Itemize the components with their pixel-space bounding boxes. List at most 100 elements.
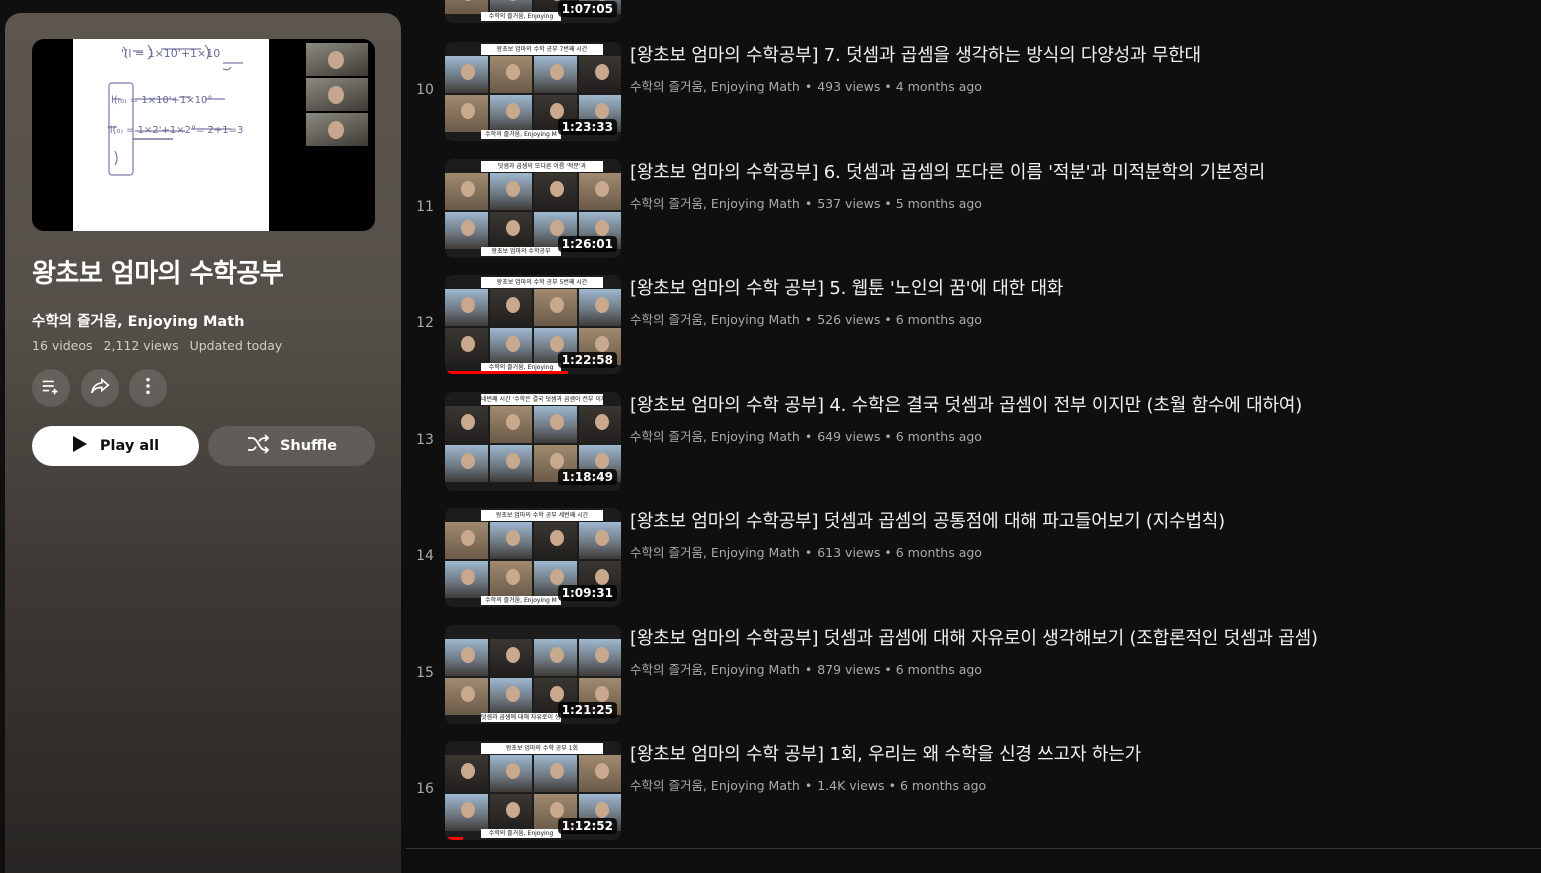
channel-name-link[interactable]: 수학의 즐거움, Enjoying Math bbox=[630, 662, 800, 677]
playlist-video-row-partial[interactable]: 수학의 즐거움, Enjoying 1:07:05 bbox=[406, 0, 1541, 24]
webcam-tile bbox=[534, 289, 577, 326]
video-thumbnail[interactable]: 왕초보 엄마의 수학 공부 5번째 시간 수학의 즐거움, Enjoying 1:2… bbox=[445, 275, 621, 374]
playlist-stats: 16 videos 2,112 views Updated today bbox=[32, 338, 289, 353]
video-title-link[interactable]: [왕초보 엄마의 수학 공부] 5. 웹툰 '노인의 꿈'에 대한 대화 bbox=[630, 274, 1063, 300]
webcam-tile bbox=[489, 678, 532, 715]
channel-name-link[interactable]: 수학의 즐거움, Enjoying Math bbox=[630, 196, 800, 211]
webcam-tile bbox=[445, 56, 488, 93]
video-title-link[interactable]: [왕초보 엄마의 수학공부] 덧셈과 곱셈에 대해 자유로이 생각해보기 (조합… bbox=[630, 624, 1318, 650]
playlist-owner-link[interactable]: 수학의 즐거움, Enjoying Math bbox=[32, 310, 244, 331]
thumbnail-caption: 수학의 즐거움, Enjoying bbox=[481, 829, 561, 838]
upload-age: 5 months ago bbox=[895, 196, 982, 211]
meta-separator: • bbox=[884, 429, 892, 444]
video-title-link[interactable]: [왕초보 엄마의 수학 공부] 1회, 우리는 왜 수학을 신경 쓰고자 하는가 bbox=[630, 740, 1141, 766]
video-title-link[interactable]: [왕초보 엄마의 수학 공부] 4. 수학은 결국 덧셈과 곱셈이 전부 이지만… bbox=[630, 391, 1302, 417]
list-bottom-divider bbox=[406, 848, 1541, 849]
webcam-tile bbox=[489, 794, 532, 831]
video-thumbnail[interactable]: 왕초보 엄마의 수학 공부 7번째 시간 수학의 즐거움, Enjoying M1… bbox=[445, 42, 621, 141]
upload-age: 6 months ago bbox=[895, 662, 982, 677]
channel-name-link[interactable]: 수학의 즐거움, Enjoying Math bbox=[630, 429, 800, 444]
channel-name-link[interactable]: 수학의 즐거움, Enjoying Math bbox=[630, 79, 800, 94]
webcam-tile bbox=[489, 406, 532, 443]
video-thumbnail[interactable]: 덧셈과 곱셈의 또다른 이름 '적분'과 왕초보 엄마의 수학공부 1:26:01 bbox=[445, 159, 621, 258]
video-thumbnail[interactable]: 왕초보 엄마의 수학 공부 세번째 시간 수학의 즐거움, Enjoying M1… bbox=[445, 508, 621, 607]
webcam-tile bbox=[578, 639, 621, 676]
webcam-tile bbox=[306, 78, 368, 111]
channel-name-link[interactable]: 수학의 즐거움, Enjoying Math bbox=[630, 545, 800, 560]
playlist-header-panel: '(l = 1×10'+1×10 l(₍₀₎ = 1×10'+1×10° 'l(… bbox=[5, 13, 401, 873]
upload-age: 6 months ago bbox=[895, 545, 982, 560]
video-thumbnail[interactable]: 네번째 시간 '수학은 결국 덧셈과 곱셈이 전부 이지만' 1:18:49 bbox=[445, 392, 621, 491]
video-duration: 1:18:49 bbox=[557, 469, 617, 485]
whiteboard-thumbnail: '(l = 1×10'+1×10 l(₍₀₎ = 1×10'+1×10° 'l(… bbox=[73, 39, 269, 231]
playlist-video-list: 수학의 즐거움, Enjoying 1:07:05 10 왕초보 엄마의 수학 공… bbox=[406, 0, 1541, 873]
video-title-link[interactable]: [왕초보 엄마의 수학공부] 7. 덧셈과 곱셈을 생각하는 방식의 다양성과 … bbox=[630, 41, 1201, 67]
playlist-views: 2,112 views bbox=[103, 338, 179, 353]
meta-separator: • bbox=[804, 196, 813, 211]
webcam-tile bbox=[445, 794, 488, 831]
video-metadata: 수학의 즐거움, Enjoying Math • 493 views • 4 month… bbox=[630, 76, 982, 95]
playlist-cover-thumbnail[interactable]: '(l = 1×10'+1×10 l(₍₀₎ = 1×10'+1×10° 'l(… bbox=[32, 39, 375, 231]
webcam-tile bbox=[578, 406, 621, 443]
video-thumbnail[interactable]: 수학의 즐거움, Enjoying 1:07:05 bbox=[445, 0, 621, 23]
webcam-tile bbox=[489, 639, 532, 676]
webcam-tile bbox=[534, 56, 577, 93]
webcam-tile bbox=[534, 639, 577, 676]
thumbnail-caption: 덧셈과 곱셈에 대해 자유로이 생각해보기 bbox=[481, 713, 561, 722]
more-vertical-icon bbox=[137, 375, 159, 401]
playlist-video-row[interactable]: 15 덧셈과 곱셈에 대해 자유로이 생각해보기1:21:25 [왕초보 엄마의 수… bbox=[406, 625, 1541, 725]
webcam-tile bbox=[534, 522, 577, 559]
video-thumbnail[interactable]: 왕초보 엄마의 수학 공부 1회 수학의 즐거움, Enjoying 1:12:52 bbox=[445, 741, 621, 840]
webcam-tile bbox=[578, 522, 621, 559]
playlist-title: 왕초보 엄마의 수학공부 bbox=[32, 259, 284, 289]
thumbnail-banner-text: 왕초보 엄마의 수학 공부 세번째 시간 bbox=[481, 510, 603, 521]
meta-separator: • bbox=[884, 662, 892, 677]
youtube-playlist-page: '(l = 1×10'+1×10 l(₍₀₎ = 1×10'+1×10° 'l(… bbox=[0, 0, 1541, 873]
video-duration: 1:23:33 bbox=[557, 119, 617, 135]
webcam-tile bbox=[445, 328, 488, 365]
thumbnail-caption: 수학의 즐거움, Enjoying M bbox=[481, 596, 561, 605]
video-count: 16 videos bbox=[32, 338, 93, 353]
shuffle-button[interactable]: Shuffle bbox=[208, 426, 375, 466]
video-duration: 1:21:25 bbox=[557, 702, 617, 718]
playlist-video-row[interactable]: 11 덧셈과 곱셈의 또다른 이름 '적분'과 왕초보 엄마의 수학공부 1:26:0… bbox=[406, 159, 1541, 259]
playlist-video-row[interactable]: 10 왕초보 엄마의 수학 공부 7번째 시간 수학의 즐거움, Enjoying … bbox=[406, 42, 1541, 142]
video-index: 12 bbox=[416, 315, 434, 331]
share-button[interactable] bbox=[81, 369, 119, 407]
webcam-tile bbox=[489, 289, 532, 326]
video-metadata: 수학의 즐거움, Enjoying Math • 526 views • 6 month… bbox=[630, 309, 982, 328]
upload-age: 6 months ago bbox=[895, 429, 982, 444]
playlist-add-icon bbox=[40, 375, 62, 401]
meta-separator: • bbox=[884, 545, 892, 560]
thumbnail-banner-text: 네번째 시간 '수학은 결국 덧셈과 곱셈이 전부 이지만' bbox=[481, 394, 603, 405]
playlist-video-row[interactable]: 14 왕초보 엄마의 수학 공부 세번째 시간수학의 즐거움, Enjoying … bbox=[406, 508, 1541, 608]
video-title-link[interactable]: [왕초보 엄마의 수학공부] 6. 덧셈과 곱셈의 또다른 이름 '적분'과 미… bbox=[630, 158, 1265, 184]
save-playlist-button[interactable] bbox=[32, 369, 70, 407]
playlist-video-row[interactable]: 13 네번째 시간 '수학은 결국 덧셈과 곱셈이 전부 이지만' 1:18:49 [… bbox=[406, 392, 1541, 492]
webcam-tile bbox=[445, 639, 488, 676]
webcam-tile bbox=[578, 755, 621, 792]
share-icon bbox=[89, 375, 111, 401]
channel-name-link[interactable]: 수학의 즐거움, Enjoying Math bbox=[630, 778, 800, 793]
webcam-tile bbox=[445, 212, 488, 249]
video-thumbnail[interactable]: 덧셈과 곱셈에 대해 자유로이 생각해보기1:21:25 bbox=[445, 625, 621, 724]
thumbnail-caption: 수학의 즐거움, Enjoying bbox=[481, 12, 561, 21]
webcam-tile bbox=[534, 406, 577, 443]
thumbnail-banner-text: 왕초보 엄마의 수학 공부 1회 bbox=[481, 743, 603, 754]
channel-name-link[interactable]: 수학의 즐거움, Enjoying Math bbox=[630, 312, 800, 327]
webcam-tile bbox=[534, 173, 577, 210]
play-all-button[interactable]: Play all bbox=[32, 426, 199, 466]
video-index: 14 bbox=[416, 548, 434, 564]
webcam-tile bbox=[445, 289, 488, 326]
more-actions-button[interactable] bbox=[129, 369, 167, 407]
playlist-video-row[interactable]: 16 왕초보 엄마의 수학 공부 1회 수학의 즐거움, Enjoying 1:12:… bbox=[406, 741, 1541, 841]
video-title-link[interactable]: [왕초보 엄마의 수학공부] 덧셈과 곱셈의 공통점에 대해 파고들어보기 (지… bbox=[630, 507, 1225, 533]
play-icon bbox=[72, 435, 88, 457]
playlist-video-row[interactable]: 12 왕초보 엄마의 수학 공부 5번째 시간 수학의 즐거움, Enjoying 1… bbox=[406, 275, 1541, 375]
webcam-tile bbox=[534, 755, 577, 792]
video-metadata: 수학의 즐거움, Enjoying Math • 879 views • 6 month… bbox=[630, 659, 982, 678]
video-index: 13 bbox=[416, 432, 434, 448]
video-index: 10 bbox=[416, 82, 434, 98]
meta-separator: • bbox=[804, 662, 813, 677]
webcam-tile bbox=[489, 561, 532, 598]
